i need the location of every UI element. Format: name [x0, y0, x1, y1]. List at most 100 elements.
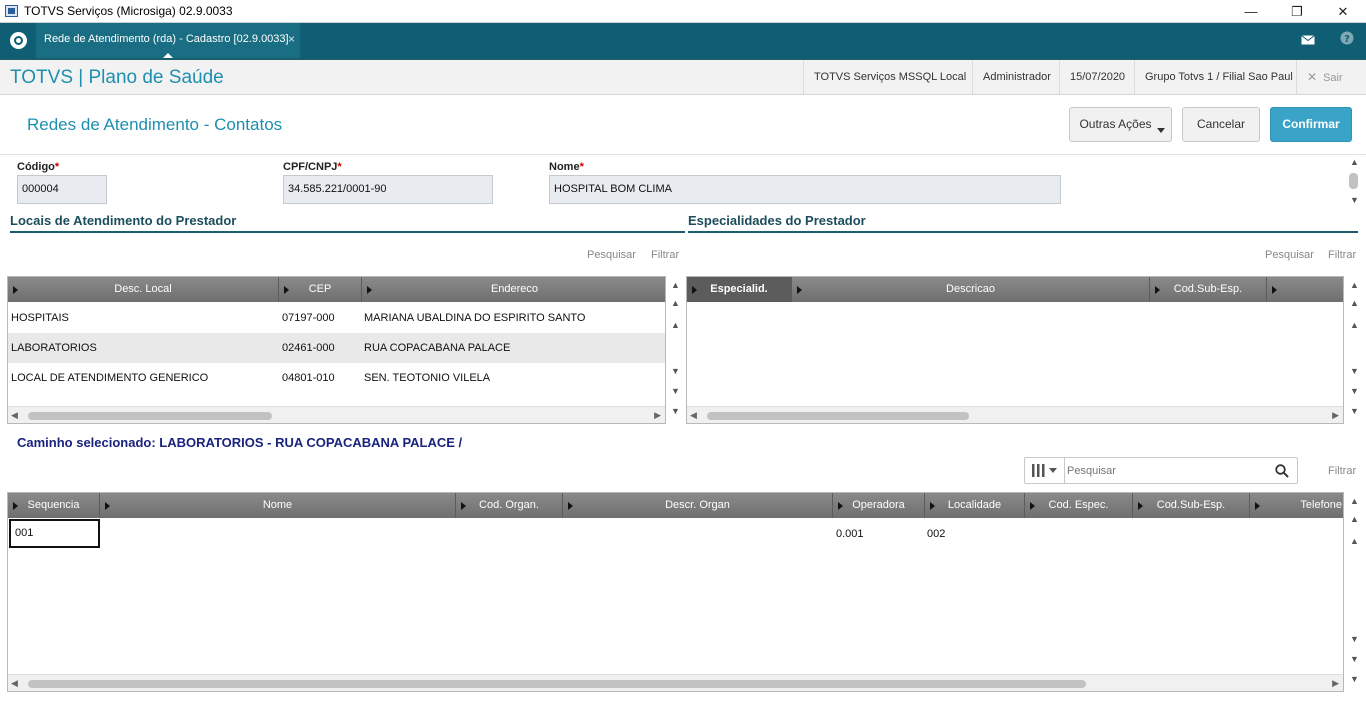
column-marker-icon [838, 502, 843, 510]
minimize-button[interactable]: — [1228, 2, 1274, 21]
especialidades-hscroll[interactable]: ◀ ▶ [687, 406, 1343, 423]
col-cod-espec[interactable]: Cod. Espec. [1025, 493, 1133, 518]
exit-button[interactable]: ✕ Sair [1296, 60, 1353, 95]
column-marker-icon [1255, 502, 1260, 510]
cancel-button[interactable]: Cancelar [1182, 107, 1260, 142]
col-desc-local[interactable]: Desc. Local [8, 277, 279, 302]
environment-info: TOTVS Serviços MSSQL Local [803, 60, 976, 95]
especialidades-grid-header: Especialid. Descricao Cod.Sub-Esp. [687, 277, 1343, 302]
date-info: 15/07/2020 [1059, 60, 1135, 95]
especialidades-hscroll-thumb[interactable] [707, 412, 969, 420]
contatos-vscroll[interactable]: ▲ ▲ ▲ ▼ ▼ ▼ [1346, 492, 1363, 692]
contatos-hscroll[interactable]: ◀ ▶ [8, 674, 1343, 691]
column-selector-button[interactable] [1025, 458, 1065, 483]
contatos-filter-link[interactable]: Filtrar [1328, 465, 1356, 477]
locais-vscroll[interactable]: ▲ ▲ ▲ ▼ ▼ ▼ [667, 276, 684, 424]
col-operadora[interactable]: Operadora [833, 493, 925, 518]
column-marker-icon [1155, 286, 1160, 294]
table-row[interactable]: 001 0.001 002 [8, 519, 1343, 549]
contatos-search-input[interactable] [1067, 460, 1267, 481]
col-localidade[interactable]: Localidade [925, 493, 1025, 518]
locais-filter-link[interactable]: Filtrar [651, 249, 679, 261]
col-endereco[interactable]: Endereco [362, 277, 665, 302]
nome-field[interactable]: HOSPITAL BOM CLIMA [549, 175, 1061, 204]
envelope-icon[interactable] [1291, 23, 1325, 58]
tab-close-icon[interactable]: × [288, 23, 295, 56]
confirm-button[interactable]: Confirmar [1270, 107, 1352, 142]
col-descr-organ[interactable]: Descr. Organ [563, 493, 833, 518]
tab-rede-atendimento[interactable]: Rede de Atendimento (rda) - Cadastro [02… [36, 23, 300, 59]
table-row[interactable]: LOCAL DE ATENDIMENTO GENERICO 04801-010 … [8, 363, 665, 393]
especialidades-search-link[interactable]: Pesquisar [1265, 249, 1314, 261]
especialidades-vscroll[interactable]: ▲ ▲ ▲ ▼ ▼ ▼ [1346, 276, 1363, 424]
contatos-grid: Sequencia Nome Cod. Organ. Descr. Organ … [7, 492, 1344, 692]
selected-path: Caminho selecionado: LABORATORIOS - RUA … [17, 435, 463, 450]
table-row[interactable]: HOSPITAIS 07197-000 MARIANA UBALDINA DO … [8, 303, 665, 333]
especialidades-filter-link[interactable]: Filtrar [1328, 249, 1356, 261]
form-scrollbar[interactable]: ▲ ▼ [1346, 157, 1363, 209]
other-actions-button[interactable]: Outras Ações [1069, 107, 1172, 142]
column-marker-icon [105, 502, 110, 510]
codigo-label: Código* [17, 161, 60, 173]
window-title: TOTVS Serviços (Microsiga) 02.9.0033 [24, 4, 233, 18]
locais-grid-header: Desc. Local CEP Endereco [8, 277, 665, 302]
col-cep[interactable]: CEP [279, 277, 362, 302]
contatos-hscroll-thumb[interactable] [28, 680, 1086, 688]
cpf-cnpj-field[interactable]: 34.585.221/0001-90 [283, 175, 493, 204]
col-nome[interactable]: Nome [100, 493, 456, 518]
table-row[interactable]: LABORATORIOS 02461-000 RUA COPACABANA PA… [8, 333, 665, 363]
contatos-grid-header: Sequencia Nome Cod. Organ. Descr. Organ … [8, 493, 1343, 518]
tab-bar: Rede de Atendimento (rda) - Cadastro [02… [0, 23, 1366, 59]
close-window-button[interactable]: ✕ [1320, 2, 1366, 21]
brand-title: TOTVS | Plano de Saúde [10, 67, 224, 88]
column-marker-icon [1138, 502, 1143, 510]
user-info: Administrador [972, 60, 1061, 95]
locais-hscroll[interactable]: ◀ ▶ [8, 406, 665, 423]
form-scroll-thumb[interactable] [1349, 173, 1358, 189]
codigo-field[interactable]: 000004 [17, 175, 107, 204]
current-cell[interactable]: 001 [9, 519, 100, 548]
restore-button[interactable]: ❐ [1274, 2, 1320, 21]
locais-section-title: Locais de Atendimento do Prestador [10, 213, 685, 233]
column-marker-icon [797, 286, 802, 294]
especialidades-section-title: Especialidades do Prestador [688, 213, 1358, 233]
col-sequencia[interactable]: Sequencia [8, 493, 100, 518]
cpf-cnpj-label: CPF/CNPJ* [283, 161, 342, 173]
other-actions-label: Outras Ações [1079, 117, 1152, 131]
exit-label: Sair [1323, 72, 1343, 84]
contatos-search-box [1024, 457, 1298, 484]
col-telefone[interactable]: Telefone [1250, 493, 1343, 518]
column-marker-icon [568, 502, 573, 510]
help-icon[interactable]: ? [1330, 23, 1364, 58]
locais-search-link[interactable]: Pesquisar [587, 249, 636, 261]
column-marker-icon [692, 286, 697, 294]
col-cod-organ[interactable]: Cod. Organ. [456, 493, 563, 518]
locais-grid: Desc. Local CEP Endereco HOSPITAIS 07197… [7, 276, 666, 424]
col-cod-sub-esp-contato[interactable]: Cod.Sub-Esp. [1133, 493, 1250, 518]
column-marker-icon [461, 502, 466, 510]
column-marker-icon [930, 502, 935, 510]
column-marker-icon [1272, 286, 1277, 294]
col-extra[interactable] [1267, 277, 1343, 302]
column-marker-icon [284, 286, 289, 294]
col-descricao[interactable]: Descricao [792, 277, 1150, 302]
page-header: Redes de Atendimento - Contatos Outras A… [0, 95, 1366, 155]
svg-text:?: ? [1344, 34, 1350, 45]
especialidades-grid: Especialid. Descricao Cod.Sub-Esp. ◀ ▶ [686, 276, 1344, 424]
totvs-logo-icon[interactable] [10, 32, 27, 49]
exit-icon: ✕ [1307, 70, 1318, 84]
column-marker-icon [13, 502, 18, 510]
app-icon [5, 5, 18, 17]
locais-hscroll-thumb[interactable] [28, 412, 272, 420]
tab-label: Rede de Atendimento (rda) - Cadastro [02… [44, 33, 289, 45]
col-especialid[interactable]: Especialid. [687, 277, 792, 302]
column-marker-icon [367, 286, 372, 294]
col-cod-sub-esp[interactable]: Cod.Sub-Esp. [1150, 277, 1267, 302]
nome-label: Nome* [549, 161, 584, 173]
branch-info: Grupo Totvs 1 / Filial Sao Paul [1134, 60, 1303, 95]
page-title: Redes de Atendimento - Contatos [27, 115, 283, 134]
app-header: TOTVS | Plano de Saúde TOTVS Serviços MS… [0, 58, 1366, 95]
dropdown-arrow-icon [1157, 128, 1165, 133]
column-marker-icon [1030, 502, 1035, 510]
search-icon[interactable] [1275, 464, 1289, 478]
